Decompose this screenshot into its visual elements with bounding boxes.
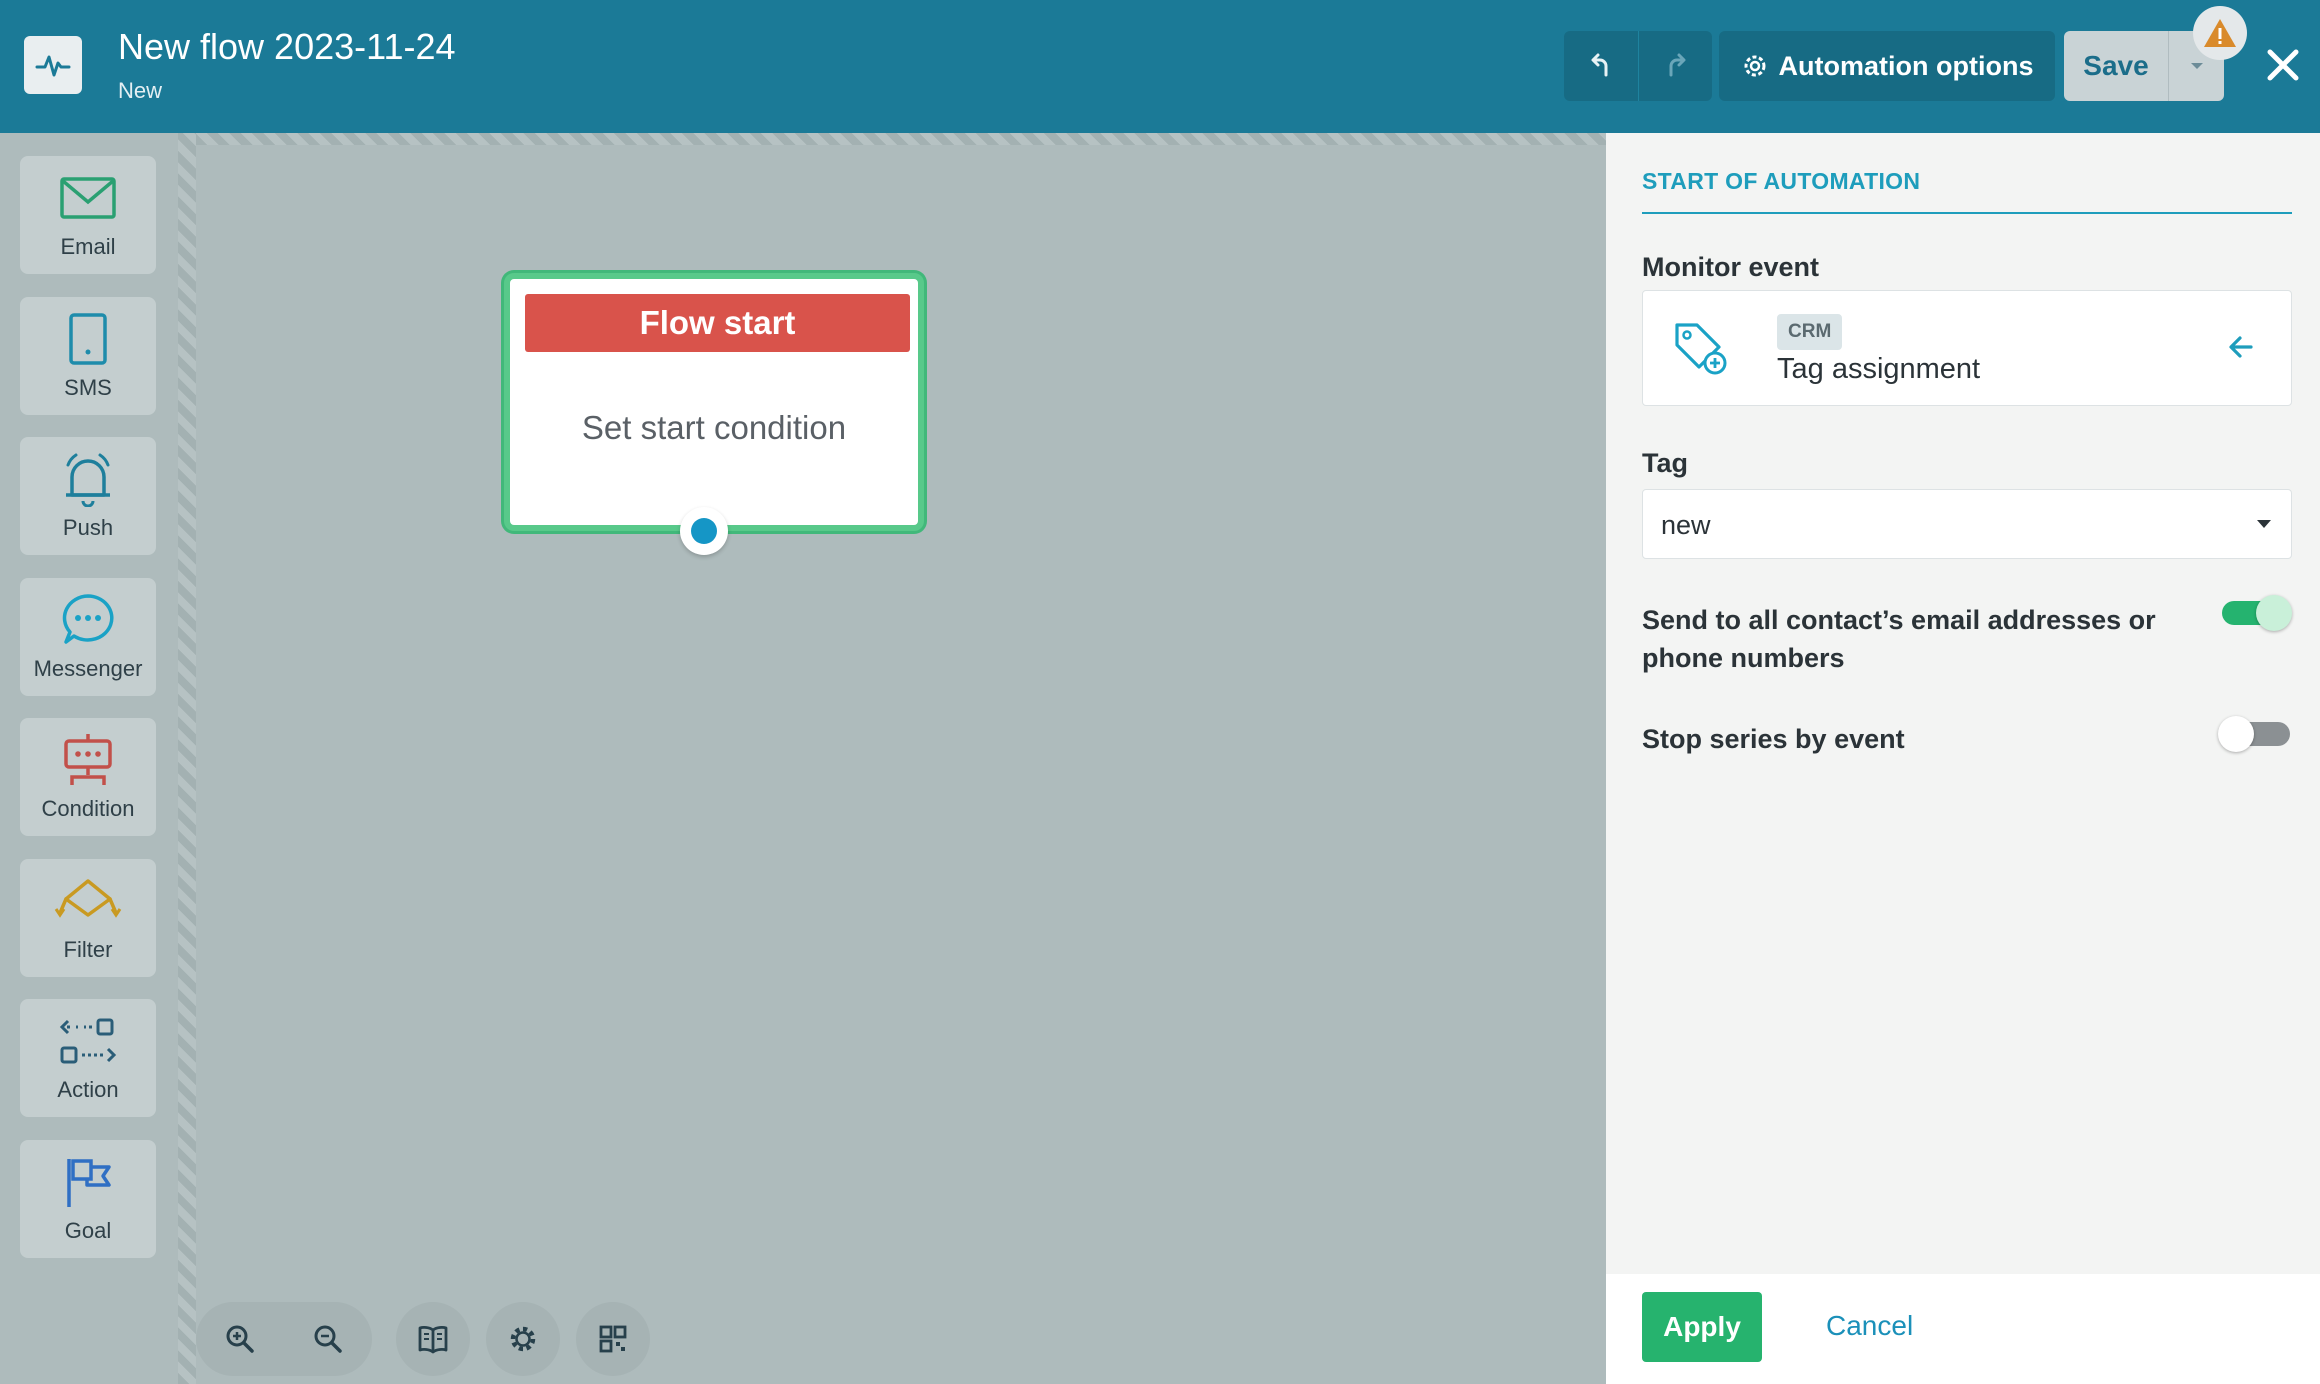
toolbox-label: SMS: [64, 375, 112, 400]
gear-icon: [510, 1326, 536, 1352]
guide-control: [396, 1302, 470, 1376]
toolbox-item-action[interactable]: Action: [20, 999, 156, 1117]
app-logo-icon[interactable]: [24, 36, 82, 94]
toolbox-item-goal[interactable]: Goal: [20, 1140, 156, 1258]
toolbox-item-filter[interactable]: Filter: [20, 859, 156, 977]
zoom-out-button[interactable]: [284, 1302, 372, 1376]
guide-button[interactable]: [396, 1302, 470, 1376]
book-icon: [418, 1326, 448, 1354]
toolbox-label: Messenger: [33, 656, 143, 681]
stop-series-label: Stop series by event: [1642, 724, 1905, 754]
node-output-connector[interactable]: [680, 507, 728, 555]
stop-series-toggle[interactable]: [2218, 716, 2290, 752]
undo-button[interactable]: [1564, 31, 1638, 101]
toolbox-label: Condition: [41, 796, 135, 821]
toolbox-label: Filter: [63, 937, 113, 962]
node-title: Flow start: [525, 294, 910, 352]
flow-start-node[interactable]: Flow start Set start condition: [504, 273, 924, 531]
filter-icon: [54, 879, 122, 918]
zoom-controls: [196, 1302, 372, 1376]
chat-bubble-icon: [62, 594, 114, 644]
condition-icon: [64, 734, 112, 785]
redo-icon: [1669, 53, 1685, 77]
redo-button[interactable]: [1638, 31, 1712, 101]
toolbox-label: Email: [60, 234, 116, 259]
panel-title-divider: [1642, 212, 2292, 214]
node-description: Set start condition: [581, 409, 847, 446]
apply-button[interactable]: Apply: [1642, 1292, 1762, 1362]
toolbox-item-push[interactable]: Push: [20, 437, 156, 555]
caret-down-icon: [2257, 520, 2271, 528]
chevron-down-icon: [2190, 63, 2203, 69]
toolbox-label: Action: [57, 1077, 119, 1102]
close-button[interactable]: [2258, 40, 2308, 90]
undo-icon: [1591, 53, 1608, 77]
arrow-left-icon: [2229, 336, 2253, 358]
cancel-button[interactable]: Cancel: [1826, 1310, 1913, 1342]
flag-icon: [67, 1159, 111, 1207]
warning-icon: [2204, 19, 2236, 47]
bell-icon: [66, 453, 110, 507]
save-button[interactable]: Save: [2064, 31, 2168, 101]
panel-title: START OF AUTOMATION: [1642, 168, 1921, 194]
settings-control: [486, 1302, 560, 1376]
toolbox-label: Push: [62, 515, 114, 540]
phone-icon: [69, 313, 107, 365]
grid-icon: [599, 1325, 627, 1353]
grid-control: [576, 1302, 650, 1376]
gear-icon: [1744, 55, 1766, 77]
warning-indicator[interactable]: [2193, 6, 2247, 60]
toolbox-item-sms[interactable]: SMS: [20, 297, 156, 415]
zoom-in-icon: [226, 1325, 254, 1353]
tag-select-value: new: [1661, 510, 1711, 540]
envelope-icon: [60, 177, 116, 219]
send-all-label: Send to all contact’s email addresses or…: [1642, 605, 2156, 673]
flow-title[interactable]: New flow 2023-11-24: [118, 26, 456, 68]
tag-plus-icon: [1673, 319, 1731, 384]
send-all-toggle[interactable]: [2222, 595, 2292, 631]
close-icon: [2267, 49, 2299, 81]
toolbox-item-email[interactable]: Email: [20, 156, 156, 274]
zoom-out-icon: [314, 1325, 342, 1353]
canvas-top-pattern: [196, 133, 1606, 145]
action-icon: [59, 1018, 117, 1064]
zoom-in-button[interactable]: [196, 1302, 284, 1376]
toolbox-label: Goal: [64, 1218, 112, 1243]
tag-select[interactable]: new: [1642, 489, 2292, 559]
monitor-event-label: Monitor event: [1642, 252, 1820, 282]
tag-label: Tag: [1642, 448, 1688, 478]
layout-button[interactable]: [576, 1302, 650, 1376]
sidebar-edge-pattern: [178, 133, 196, 1384]
flow-status: New: [118, 78, 163, 103]
event-category-badge: CRM: [1777, 314, 1843, 350]
change-event-button[interactable]: [2227, 333, 2255, 366]
toolbox-item-condition[interactable]: Condition: [20, 718, 156, 836]
event-name: Tag assignment: [1777, 353, 1981, 385]
automation-options-label: Automation options: [1778, 50, 2034, 81]
history-controls: [1564, 31, 1712, 101]
monitor-event-card[interactable]: CRM Tag assignment: [1642, 290, 2292, 406]
automation-options-button[interactable]: Automation options: [1719, 31, 2055, 101]
canvas-settings-button[interactable]: [486, 1302, 560, 1376]
toolbox-item-messenger[interactable]: Messenger: [20, 578, 156, 696]
